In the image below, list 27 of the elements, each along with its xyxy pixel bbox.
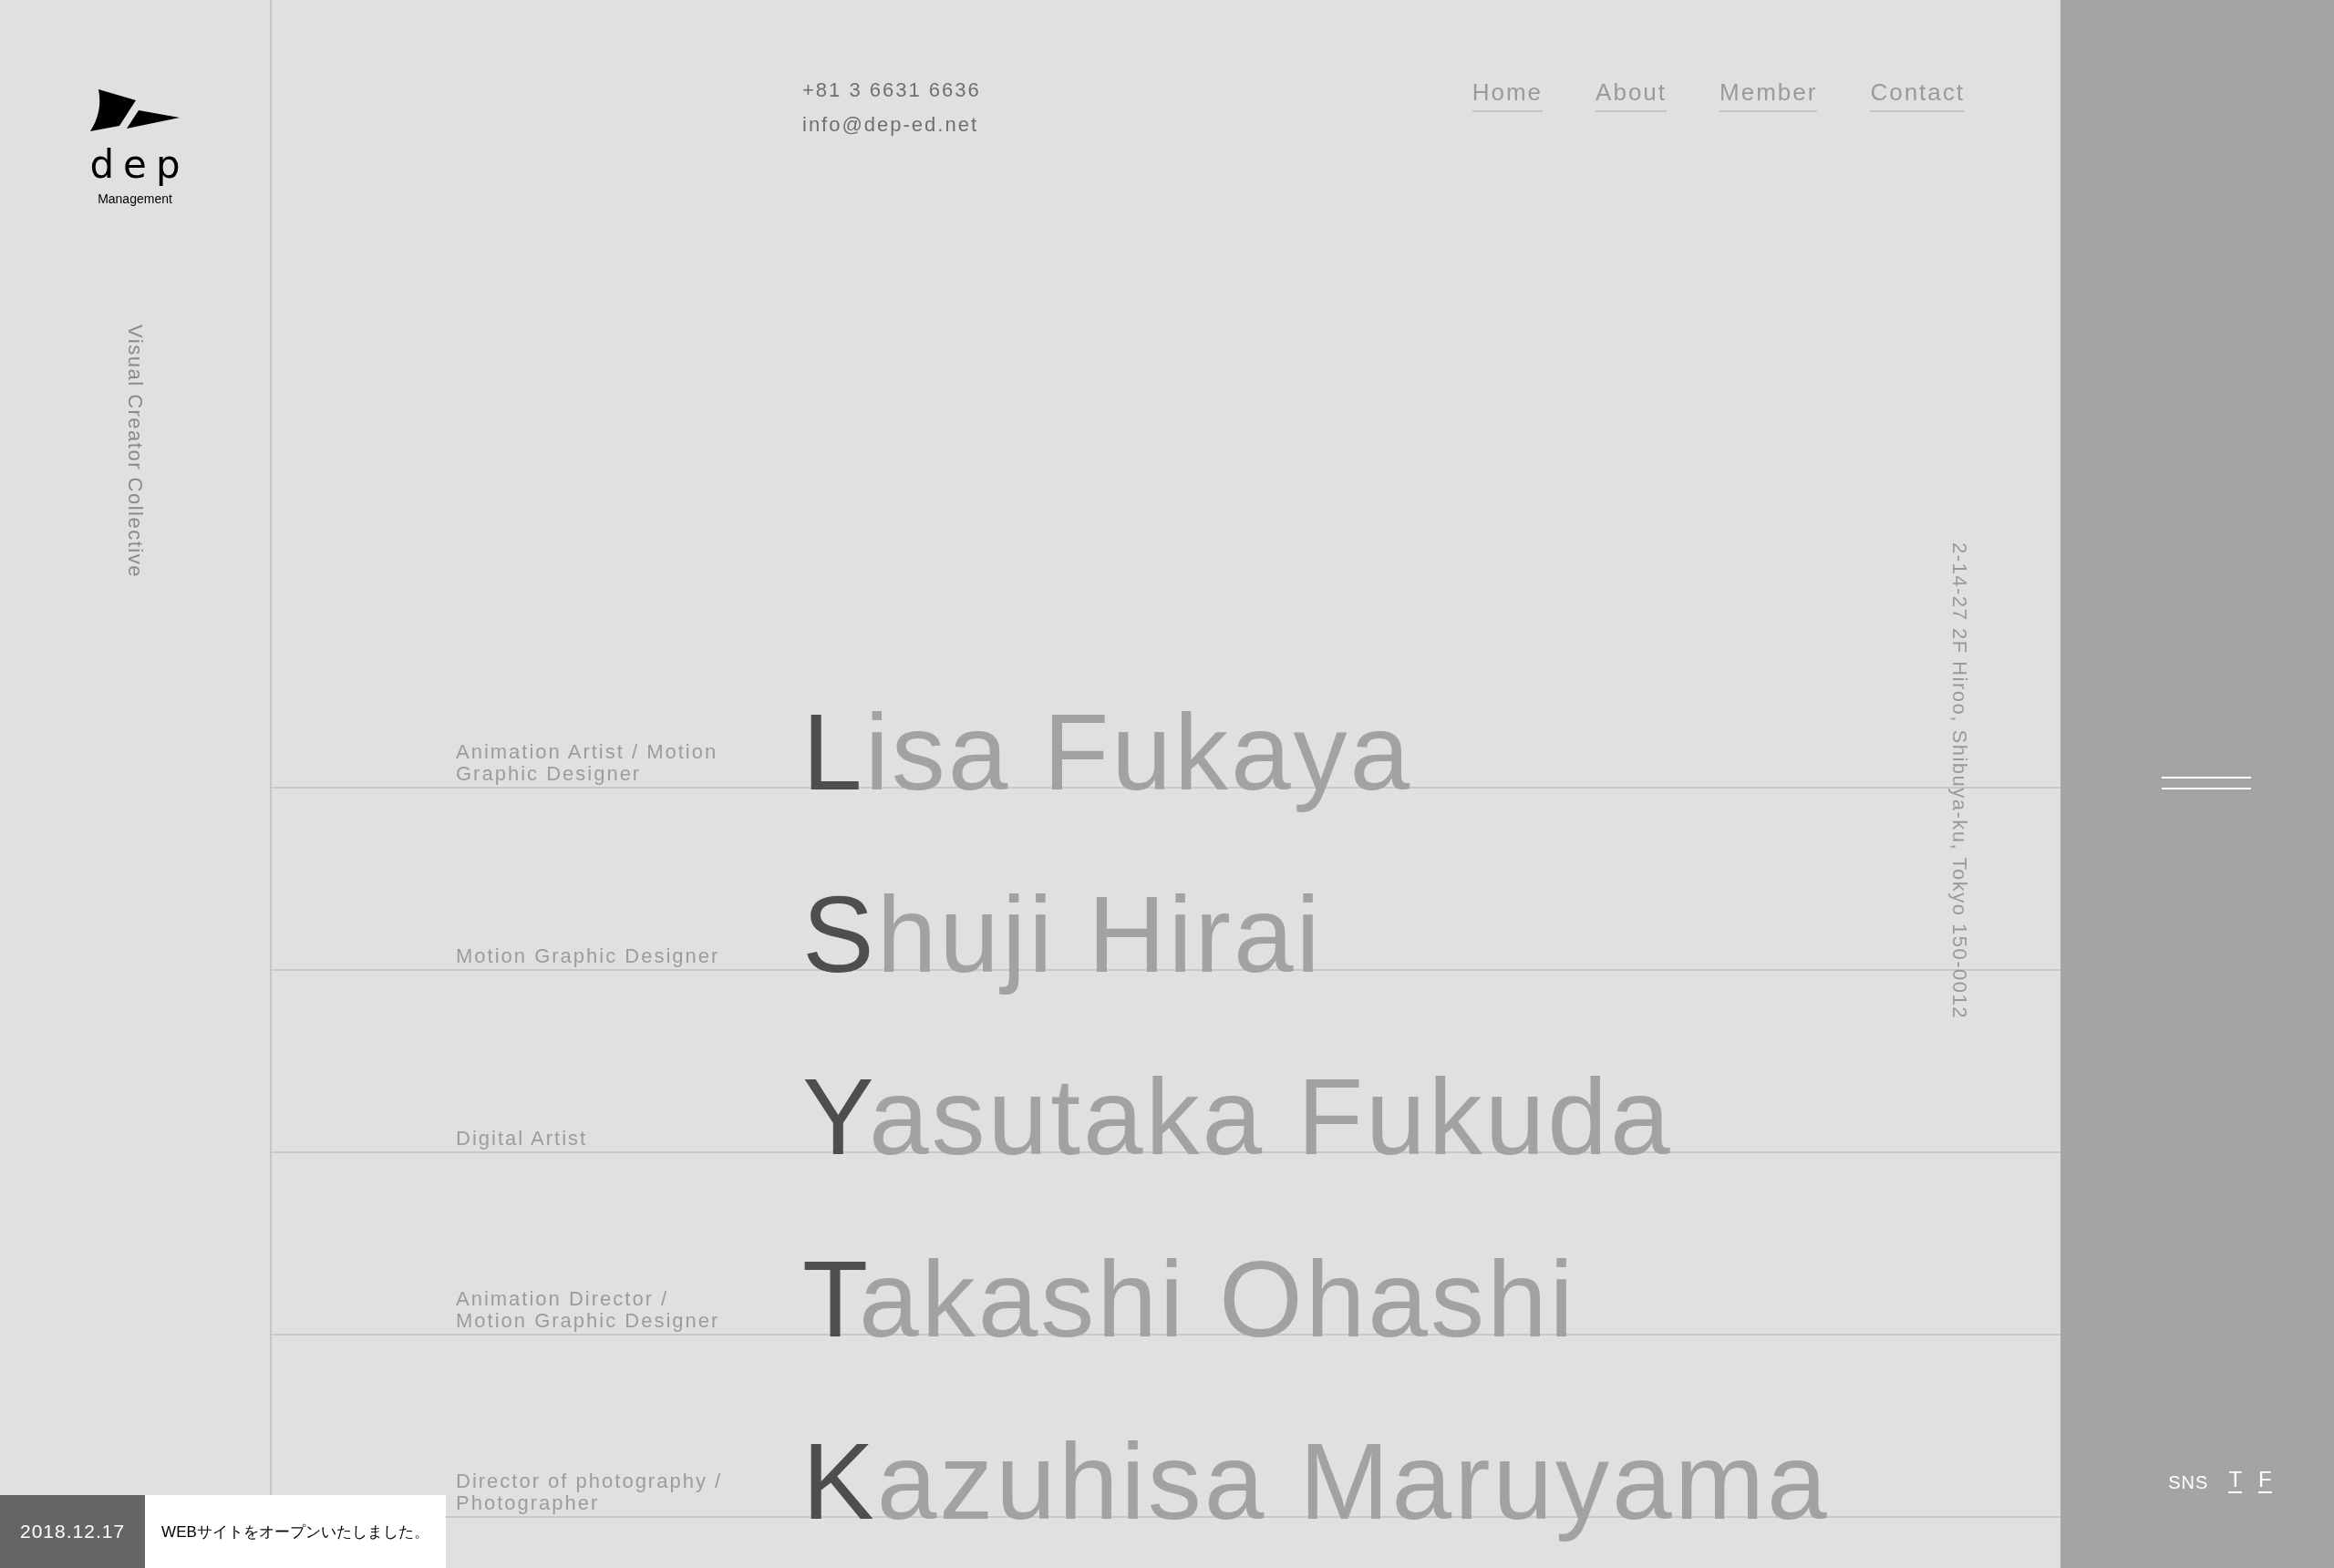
member-name-link[interactable]: Takashi Ohashi bbox=[802, 1232, 1576, 1367]
member-name-link[interactable]: Kazuhisa Maruyama bbox=[802, 1414, 1830, 1549]
member-role: Animation Director / Motion Graphic Designer bbox=[456, 1288, 721, 1334]
logo-wordmark: dep bbox=[89, 146, 190, 184]
nav-link[interactable]: About bbox=[1596, 78, 1668, 112]
member-name-link[interactable]: Lisa Fukaya bbox=[802, 685, 1413, 820]
tagline: Visual Creator Collective bbox=[123, 325, 147, 578]
member-role: Animation Artist / Motion Graphic Designer bbox=[456, 741, 719, 787]
sns-link[interactable]: F bbox=[2258, 1467, 2272, 1493]
email-address: info@dep-ed.net bbox=[802, 113, 979, 137]
sns-link[interactable]: T bbox=[2228, 1467, 2243, 1493]
notice-message-link[interactable]: WEBサイトをオープンいたしました。 bbox=[145, 1495, 446, 1568]
notice-date: 2018.12.17 bbox=[0, 1495, 146, 1568]
member-role: Digital Artist bbox=[456, 1128, 589, 1151]
nav-link[interactable]: Member bbox=[1720, 78, 1818, 112]
member-role: Director of photography / Photographer bbox=[456, 1470, 724, 1516]
logo-subtitle: Management bbox=[98, 191, 172, 206]
logo-mark-icon bbox=[90, 89, 180, 133]
member-name-link[interactable]: Shuji Hirai bbox=[802, 867, 1323, 1002]
member-name-link[interactable]: Yasutaka Fukuda bbox=[802, 1049, 1673, 1184]
menu-icon[interactable] bbox=[2162, 777, 2251, 789]
nav-link[interactable]: Contact bbox=[1870, 78, 1965, 112]
sns-label: SNS bbox=[2168, 1472, 2209, 1493]
phone-number: +81 3 6631 6636 bbox=[802, 78, 981, 102]
nav-link[interactable]: Home bbox=[1472, 78, 1544, 112]
member-role: Motion Graphic Designer bbox=[456, 945, 721, 969]
address: 2-14-27 2F Hiroo, Shibuya-ku, Tokyo 150-0012 bbox=[1947, 542, 1971, 1019]
